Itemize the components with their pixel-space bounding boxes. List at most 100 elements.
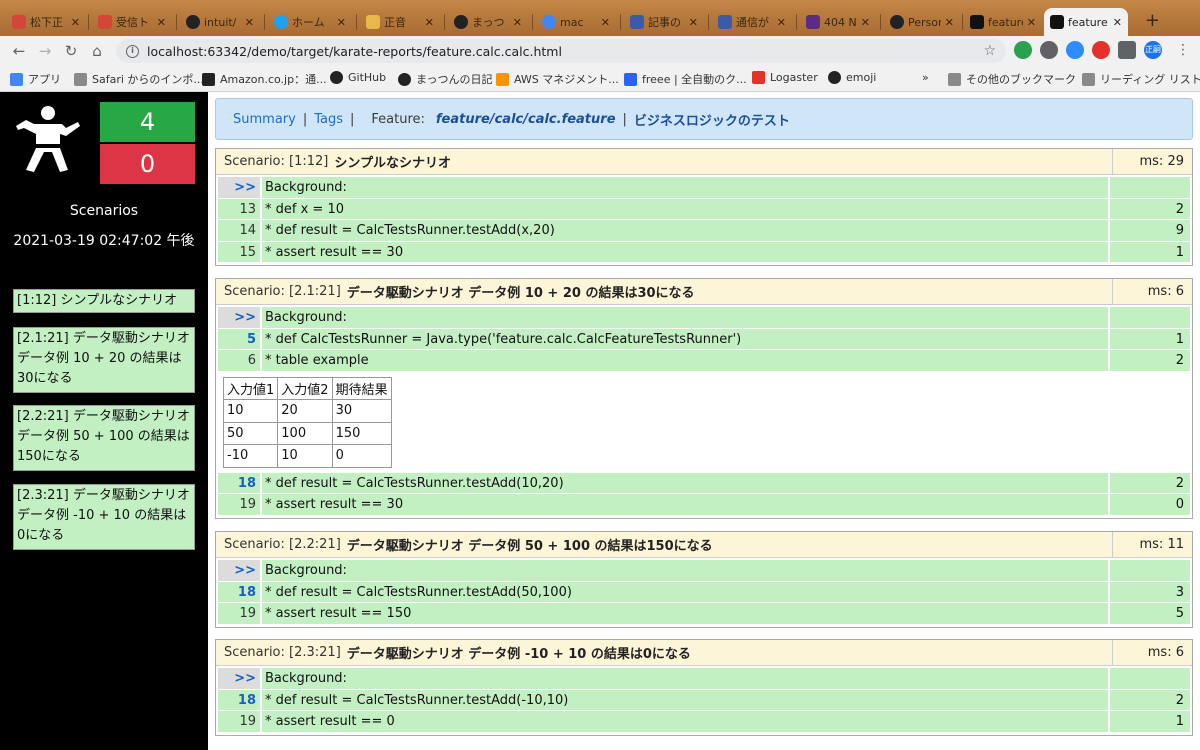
summary-link[interactable]: Summary bbox=[233, 112, 296, 127]
background-toggle[interactable]: >> bbox=[218, 560, 260, 581]
scenario-header: Scenario: [2.1:21] データ駆動シナリオ データ例 10 + 2… bbox=[216, 279, 1192, 305]
tab-seion[interactable]: 正音 ✕ bbox=[360, 8, 440, 36]
info-icon[interactable]: i bbox=[126, 44, 139, 58]
tab-gmail-2[interactable]: 受信ト ✕ bbox=[92, 8, 172, 36]
step-ms: 2 bbox=[1110, 198, 1190, 219]
bookmark-star-icon[interactable]: ☆ bbox=[983, 43, 996, 59]
step-ms bbox=[1110, 307, 1190, 328]
scenario-name: データ駆動シナリオ データ例 10 + 20 の結果は30になる bbox=[346, 286, 695, 301]
tab-gmail-1[interactable]: 松下正 ✕ bbox=[6, 8, 86, 36]
tab-separator bbox=[796, 14, 797, 30]
line-number: 13 bbox=[218, 198, 260, 219]
tab-article[interactable]: 記事の ✕ bbox=[624, 8, 704, 36]
scenario-duration: ms: 6 bbox=[1112, 640, 1192, 665]
table-header-cell: 入力値2 bbox=[277, 376, 333, 400]
line-number-link[interactable]: 18 bbox=[218, 689, 260, 710]
bookmark-github[interactable]: GitHub bbox=[330, 71, 386, 84]
step-ms bbox=[1110, 668, 1190, 689]
scenario-header: Scenario: [1:12] シンプルなシナリオ ms: 29 bbox=[216, 149, 1192, 175]
zoom-extension-icon[interactable] bbox=[1066, 41, 1084, 59]
menu-icon[interactable]: ⋮ bbox=[1176, 42, 1190, 58]
tab-404[interactable]: 404 N ✕ bbox=[800, 8, 876, 36]
line-number-link[interactable]: 18 bbox=[218, 472, 260, 493]
karate-logo-icon[interactable] bbox=[16, 104, 80, 174]
evernote-extension-icon[interactable] bbox=[1014, 41, 1032, 59]
tab-blog[interactable]: まっつ ✕ bbox=[448, 8, 528, 36]
sidebar-scenario-link[interactable]: [2.1:21] データ駆動シナリオ データ例 10 + 20 の結果は30にな… bbox=[13, 327, 195, 393]
forward-icon[interactable]: → bbox=[32, 42, 58, 60]
tab-twitter[interactable]: ホーム ✕ bbox=[268, 8, 352, 36]
puzzle-extensions-icon[interactable] bbox=[1118, 41, 1136, 59]
close-icon[interactable]: ✕ bbox=[689, 16, 698, 29]
close-icon[interactable]: ✕ bbox=[337, 16, 346, 29]
close-icon[interactable]: ✕ bbox=[71, 16, 80, 29]
tab-feature-1[interactable]: feature✕ bbox=[964, 8, 1042, 36]
step-row: >> Background: bbox=[218, 560, 1190, 582]
step-row: 18 * def result = CalcTestsRunner.testAdd… bbox=[218, 472, 1190, 494]
adblock-extension-icon[interactable] bbox=[1092, 41, 1110, 59]
profile-avatar[interactable]: 正嗣 bbox=[1144, 41, 1162, 59]
table-header-cell: 入力値1 bbox=[222, 376, 279, 400]
tab-connection[interactable]: 通信が ✕ bbox=[712, 8, 792, 36]
hatena-icon bbox=[630, 15, 644, 29]
line-number-link[interactable]: 5 bbox=[218, 328, 260, 349]
freee-icon bbox=[624, 72, 637, 86]
url-text[interactable]: localhost:63342/demo/target/karate-repor… bbox=[147, 44, 562, 59]
tab-github-intuit[interactable]: intuit/✕ bbox=[180, 8, 260, 36]
bookmark-other[interactable]: その他のブックマーク bbox=[948, 71, 1076, 87]
reload-icon[interactable]: ↻ bbox=[58, 42, 84, 60]
back-icon[interactable]: ← bbox=[6, 42, 32, 60]
line-number-link[interactable]: 18 bbox=[218, 581, 260, 602]
home-icon[interactable]: ⌂ bbox=[84, 42, 110, 60]
bookmark-logaster[interactable]: Logaster bbox=[752, 71, 818, 84]
apps-grid-icon bbox=[10, 72, 23, 86]
close-icon[interactable]: ✕ bbox=[777, 16, 786, 29]
background-toggle[interactable]: >> bbox=[218, 307, 260, 328]
close-icon[interactable]: ✕ bbox=[861, 16, 870, 29]
close-icon[interactable]: ✕ bbox=[1027, 16, 1036, 29]
step-text: * def result = CalcTestsRunner.testAdd(-… bbox=[262, 689, 1108, 710]
scenario-label: Scenario: [2.3:21] bbox=[224, 645, 341, 660]
tab-separator bbox=[532, 14, 533, 30]
tab-google[interactable]: mac ✕ bbox=[536, 8, 616, 36]
close-icon[interactable]: ✕ bbox=[601, 16, 610, 29]
sidebar-scenario-link[interactable]: [2.2:21] データ駆動シナリオ データ例 50 + 100 の結果は150… bbox=[13, 405, 195, 471]
bookmark-blog[interactable]: まっつんの日記 bbox=[398, 71, 493, 87]
bookmark-apps[interactable]: アプリ bbox=[10, 71, 61, 87]
bookmark-amazon[interactable]: Amazon.co.jp：通... bbox=[202, 71, 327, 87]
amazon-icon bbox=[202, 72, 215, 86]
tab-separator bbox=[444, 14, 445, 30]
failed-count-badge: 0 bbox=[100, 144, 195, 184]
tab-separator bbox=[880, 14, 881, 30]
background-toggle[interactable]: >> bbox=[218, 668, 260, 689]
tab-feature-active[interactable]: feature ✕ bbox=[1044, 8, 1128, 36]
table-cell: 0 bbox=[331, 444, 392, 468]
bookmark-reading-list[interactable]: リーディング リスト bbox=[1082, 71, 1200, 87]
step-text: * def result = CalcTestsRunner.testAdd(x… bbox=[262, 220, 1108, 241]
close-icon[interactable]: ✕ bbox=[425, 16, 434, 29]
tab-github-person[interactable]: Person✕ bbox=[884, 8, 960, 36]
step-text: * def CalcTestsRunner = Java.type('featu… bbox=[262, 328, 1108, 349]
tags-link[interactable]: Tags bbox=[314, 112, 343, 127]
background-toggle[interactable]: >> bbox=[218, 177, 260, 198]
address-bar[interactable]: i localhost:63342/demo/target/karate-rep… bbox=[116, 39, 1006, 63]
tab-separator bbox=[264, 14, 265, 30]
bookmark-aws[interactable]: AWS マネジメント... bbox=[496, 71, 619, 87]
close-icon[interactable]: ✕ bbox=[245, 16, 254, 29]
new-tab-button[interactable]: + bbox=[1145, 10, 1160, 31]
sidebar-scenario-link[interactable]: [2.3:21] データ駆動シナリオ データ例 -10 + 10 の結果は0にな… bbox=[13, 484, 195, 550]
extension-icon[interactable] bbox=[1040, 41, 1058, 59]
bookmark-freee[interactable]: freee | 全自動のク... bbox=[624, 71, 747, 87]
bookmark-emoji[interactable]: emoji bbox=[828, 71, 876, 84]
scenario-block: Scenario: [2.1:21] データ駆動シナリオ データ例 10 + 2… bbox=[215, 278, 1193, 519]
close-icon[interactable]: ✕ bbox=[945, 16, 954, 29]
tab-separator bbox=[708, 14, 709, 30]
line-number: 19 bbox=[218, 711, 260, 732]
bookmark-safari-import[interactable]: Safari からのインポ... bbox=[74, 71, 204, 87]
bookmarks-overflow-button[interactable]: » bbox=[922, 71, 929, 84]
close-icon[interactable]: ✕ bbox=[513, 16, 522, 29]
scenario-block: Scenario: [2.3:21] データ駆動シナリオ データ例 -10 + … bbox=[215, 639, 1193, 736]
close-icon[interactable]: ✕ bbox=[1113, 16, 1122, 29]
close-icon[interactable]: ✕ bbox=[157, 16, 166, 29]
sidebar-scenario-link[interactable]: [1:12] シンプルなシナリオ bbox=[13, 289, 195, 313]
